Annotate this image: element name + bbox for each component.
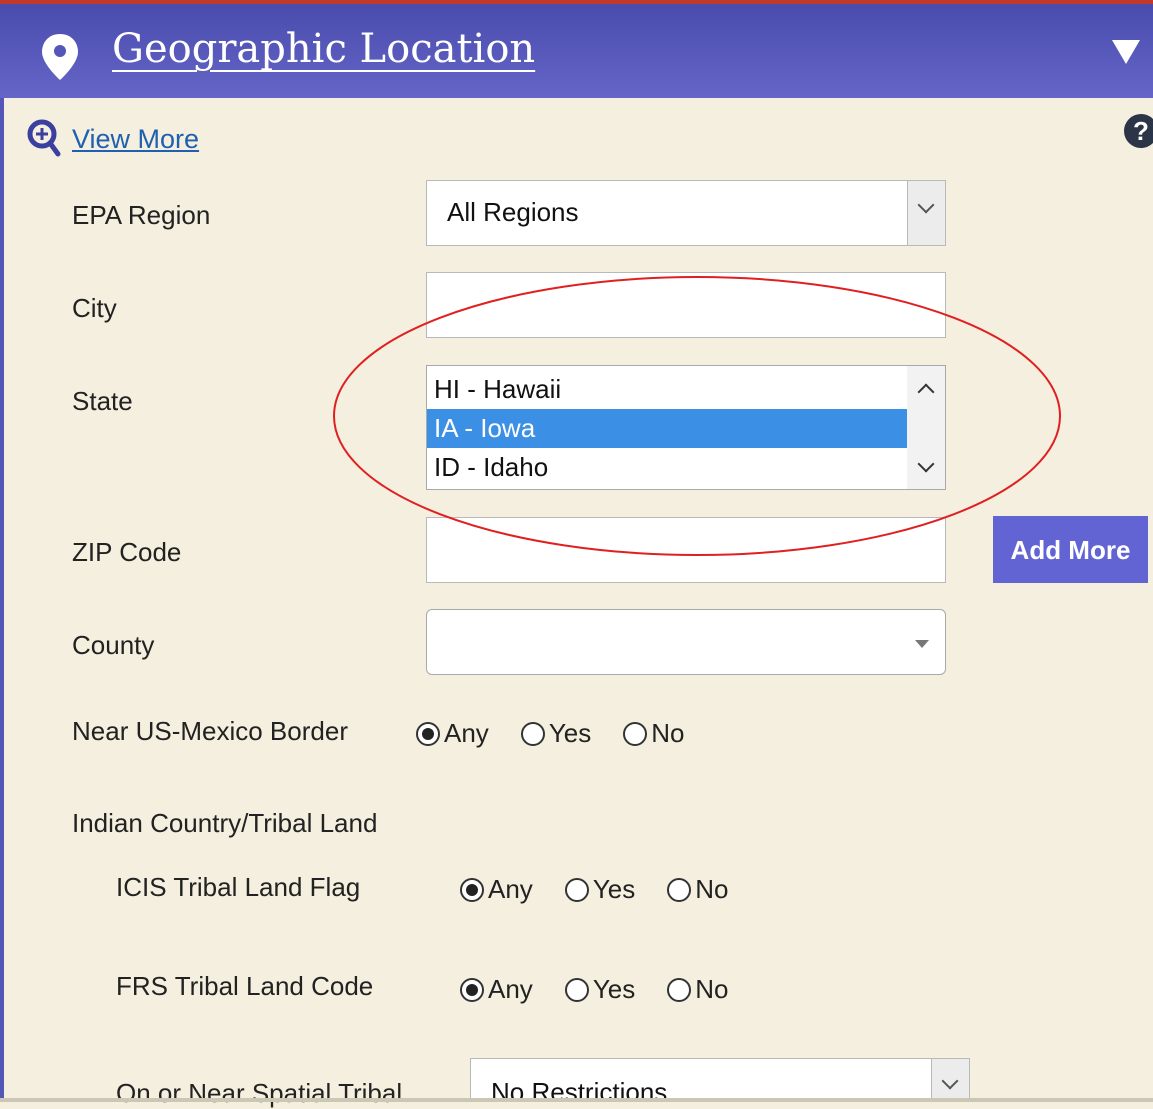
add-more-button[interactable]: Add More [993,516,1148,583]
bottom-edge [0,1098,1153,1102]
radio-icon[interactable] [564,977,589,1002]
icis-radio-yes[interactable]: Yes [564,874,635,905]
state-option[interactable]: HI - Hawaii [427,370,907,409]
border-radio-yes[interactable]: Yes [520,718,591,749]
chevron-down-icon[interactable] [917,455,935,473]
triangle-down-icon[interactable] [1112,40,1140,64]
frs-tribal-label: FRS Tribal Land Code [116,971,374,1001]
border-radio-group: Any Yes No [416,718,716,749]
county-label: County [72,630,155,660]
dropdown-button[interactable] [907,181,945,245]
radio-icon[interactable] [623,721,648,746]
chevron-down-icon [941,1072,959,1090]
state-option[interactable]: ID - Idaho [427,448,907,487]
border-label: Near US-Mexico Border [72,716,348,746]
dropdown-button[interactable] [931,1059,969,1101]
icis-radio-any[interactable]: Any [460,874,533,905]
state-label: State [72,386,133,416]
frs-radio-no[interactable]: No [667,974,728,1005]
map-pin-icon [42,34,78,80]
radio-selected-icon[interactable] [460,977,484,1002]
radio-selected-icon[interactable] [460,877,484,902]
radio-icon[interactable] [520,721,545,746]
state-option-selected[interactable]: IA - Iowa [427,409,907,448]
view-more-link[interactable]: View More [72,124,199,155]
radio-icon[interactable] [667,977,692,1002]
border-radio-no[interactable]: No [623,718,684,749]
epa-region-select[interactable]: All Regions [426,180,946,246]
radio-icon[interactable] [564,877,589,902]
zip-input[interactable] [426,517,946,583]
tribal-heading: Indian Country/Tribal Land [72,808,378,838]
spatial-tribal-value: No Restrictions [491,1077,668,1107]
border-radio-any[interactable]: Any [416,718,489,749]
section-header[interactable]: Geographic Location [0,4,1153,98]
radio-icon[interactable] [667,877,692,902]
county-select[interactable] [426,609,946,675]
icis-radio-no[interactable]: No [667,874,728,905]
frs-radio-yes[interactable]: Yes [564,974,635,1005]
state-scrollbar[interactable] [907,366,945,489]
help-icon[interactable]: ? [1124,114,1153,148]
state-listbox[interactable]: HI - Hawaii IA - Iowa ID - Idaho [426,365,946,490]
chevron-down-icon [917,196,935,214]
chevron-up-icon[interactable] [917,383,935,401]
zip-label: ZIP Code [72,537,182,567]
epa-region-label: EPA Region [72,200,211,230]
zoom-in-icon[interactable] [26,118,62,158]
icis-tribal-label: ICIS Tribal Land Flag [116,872,361,902]
caret-down-icon [915,640,929,648]
spatial-tribal-select[interactable]: No Restrictions [470,1058,970,1107]
icis-tribal-radio-group: Any Yes No [460,874,760,905]
panel-left-border [0,98,4,1102]
city-label: City [72,293,117,323]
geographic-panel [0,98,1153,1102]
city-input[interactable] [426,272,946,338]
spatial-tribal-label: On or Near Spatial Tribal [116,1078,403,1108]
frs-tribal-radio-group: Any Yes No [460,974,760,1005]
section-title[interactable]: Geographic Location [112,26,535,72]
radio-selected-icon[interactable] [416,721,440,746]
epa-region-value: All Regions [447,197,579,227]
frs-radio-any[interactable]: Any [460,974,533,1005]
